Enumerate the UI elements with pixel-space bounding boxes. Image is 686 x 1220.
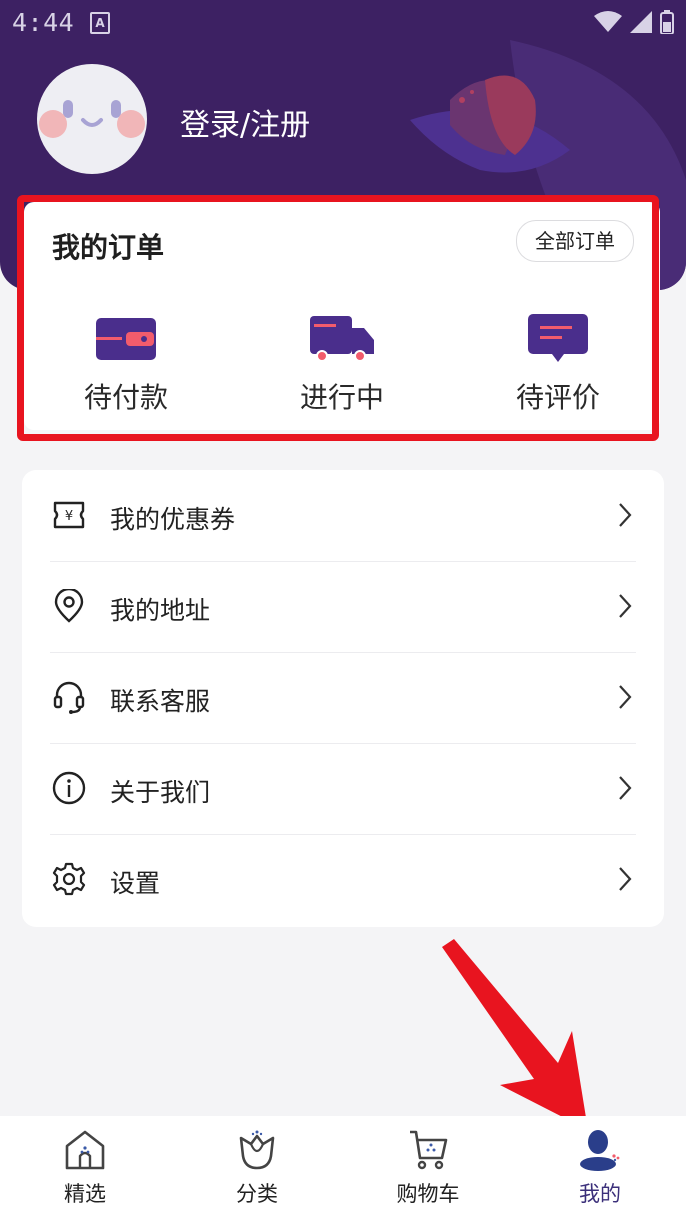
chevron-right-icon: [619, 776, 632, 800]
order-in-progress-label: 进行中: [299, 381, 384, 414]
bottom-tab-bar: 精选 分类 购物车 我的: [0, 1116, 686, 1220]
tab-cart[interactable]: 购物车: [368, 1128, 488, 1208]
chevron-right-icon: [619, 594, 632, 618]
menu-item-label: 联系客服: [110, 687, 211, 716]
order-in-progress[interactable]: 进行中: [262, 312, 422, 416]
info-icon: [52, 771, 86, 805]
my-orders-card: 我的订单 全部订单 待付款 进行中 待评价: [24, 202, 660, 430]
status-time: 4:44: [12, 8, 75, 37]
tab-category[interactable]: 分类: [197, 1128, 317, 1208]
comment-icon: [528, 314, 588, 362]
svg-text:¥: ¥: [65, 509, 73, 524]
order-pending-payment[interactable]: 待付款: [46, 312, 206, 416]
pointer-arrow-icon: [442, 939, 588, 1130]
order-to-review-label: 待评价: [515, 381, 600, 414]
login-register-link[interactable]: 登录/注册: [180, 100, 310, 144]
cart-icon: [410, 1130, 448, 1170]
user-icon: [580, 1130, 620, 1171]
menu-item-label: 关于我们: [110, 778, 211, 807]
tab-label: 分类: [236, 1182, 278, 1206]
menu-item-label: 我的地址: [110, 596, 211, 625]
headset-icon: [53, 681, 85, 714]
order-pending-payment-label: 待付款: [83, 381, 168, 414]
chevron-right-icon: [619, 867, 632, 891]
menu-item-settings[interactable]: 设置: [50, 834, 636, 925]
chevron-right-icon: [619, 685, 632, 709]
home-icon: [65, 1130, 105, 1170]
coupon-icon: ¥: [53, 501, 85, 529]
tab-mine[interactable]: 我的: [540, 1128, 660, 1208]
gear-icon: [52, 862, 86, 896]
avatar[interactable]: [37, 64, 147, 174]
wallet-icon: [96, 318, 156, 360]
tab-label: 我的: [579, 1182, 621, 1206]
tulip-icon: [239, 1130, 275, 1170]
menu-item-customer-service[interactable]: 联系客服: [50, 652, 636, 744]
tab-featured[interactable]: 精选: [25, 1128, 145, 1208]
menu-item-about-us[interactable]: 关于我们: [50, 743, 636, 835]
tab-label: 精选: [64, 1182, 106, 1206]
menu-item-coupons[interactable]: ¥ 我的优惠券: [50, 470, 636, 562]
menu-item-address[interactable]: 我的地址: [50, 561, 636, 653]
orders-title: 我的订单: [52, 231, 165, 264]
menu-list: ¥ 我的优惠券 我的地址 联系客服 关于我们 设置: [22, 470, 664, 927]
menu-item-label: 我的优惠券: [110, 505, 236, 534]
all-orders-button[interactable]: 全部订单: [516, 220, 634, 262]
location-pin-icon: [54, 589, 84, 623]
notification-badge: A: [90, 12, 110, 34]
menu-item-label: 设置: [110, 869, 161, 898]
chevron-right-icon: [619, 503, 632, 527]
truck-icon: [310, 316, 374, 362]
tab-label: 购物车: [396, 1182, 460, 1206]
order-to-review[interactable]: 待评价: [478, 312, 638, 416]
smiley-face-icon: [39, 100, 145, 138]
